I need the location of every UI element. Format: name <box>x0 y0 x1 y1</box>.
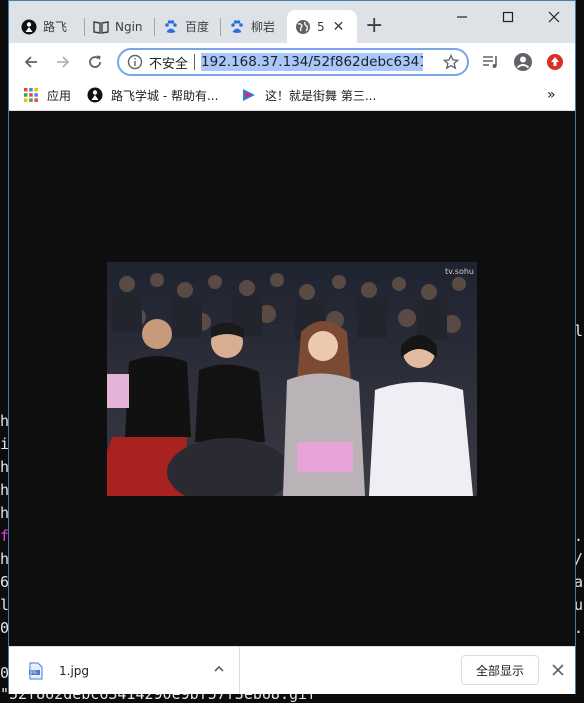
show-all-downloads-button[interactable]: 全部显示 <box>461 655 539 685</box>
bookmark-label: 这！就是街舞 第三... <box>265 88 377 103</box>
browser-window: 路飞 Ngin 百度 柳岩 5 ✕ + 不安全 192.168.37.134/5… <box>8 0 576 694</box>
account-circle-icon <box>514 53 532 71</box>
close-window-button[interactable] <box>531 7 577 27</box>
close-tab-icon[interactable]: ✕ <box>333 19 345 35</box>
arrow-left-icon <box>24 56 37 68</box>
address-bar[interactable]: 不安全 192.168.37.134/52f862debc63414 <box>117 48 469 76</box>
baidu-paw-icon <box>163 19 179 35</box>
new-tab-button[interactable]: + <box>365 13 383 39</box>
bookmark-label: 应用 <box>47 88 72 103</box>
media-control-button[interactable] <box>479 50 503 74</box>
tab-label: Ngin <box>115 19 143 34</box>
playlist-icon <box>483 56 497 68</box>
maximize-button[interactable] <box>485 7 531 27</box>
bookmark-street-dance[interactable]: 这！就是街舞 第三... <box>241 81 376 109</box>
watermark-text: tv.sohu <box>445 267 474 276</box>
minimize-icon <box>457 16 467 18</box>
reload-icon <box>89 55 101 68</box>
arrow-right-icon <box>57 56 70 68</box>
page-content: tv.sohu <box>9 112 575 646</box>
browser-toolbar: 不安全 192.168.37.134/52f862debc63414 <box>9 43 575 81</box>
baidu-paw-icon <box>229 19 245 35</box>
info-icon[interactable] <box>127 54 143 70</box>
svg-text:JPG: JPG <box>29 670 37 675</box>
person-icon <box>21 19 37 35</box>
bookmark-apps[interactable]: 应用 <box>23 81 71 109</box>
url-text[interactable]: 192.168.37.134/52f862debc63414 <box>201 53 424 71</box>
close-icon <box>552 664 564 676</box>
globe-icon <box>295 19 311 35</box>
youku-icon <box>241 87 257 103</box>
maximize-icon <box>502 11 514 23</box>
tab-label: 路飞 <box>43 20 68 34</box>
star-icon[interactable] <box>443 54 459 70</box>
image-file-icon: JPG <box>29 662 43 679</box>
bookmarks-bar: 应用 路飞学城 - 帮助有... 这！就是街舞 第三... » <box>9 81 575 111</box>
bookmark-label: 路飞学城 - 帮助有... <box>111 88 219 103</box>
download-filename: 1.jpg <box>59 663 90 678</box>
forward-button[interactable] <box>51 50 75 74</box>
tab-label: 柳岩 <box>251 20 276 34</box>
back-button[interactable] <box>19 50 43 74</box>
tab-baidu[interactable]: 百度 <box>155 10 221 43</box>
minimize-button[interactable] <box>439 7 485 27</box>
security-label: 不安全 <box>149 56 189 72</box>
chevron-up-icon[interactable] <box>213 663 225 675</box>
tab-label: 5 <box>317 19 325 34</box>
tab-label: 百度 <box>185 20 210 34</box>
divider <box>194 54 196 70</box>
bookmarks-overflow-button[interactable]: » <box>547 81 556 109</box>
update-arrow-icon <box>547 54 563 70</box>
download-item[interactable]: JPG 1.jpg <box>9 647 240 694</box>
bookmark-lufei[interactable]: 路飞学城 - 帮助有... <box>87 81 218 109</box>
extension-button[interactable] <box>543 50 567 74</box>
close-download-bar-button[interactable] <box>549 661 567 679</box>
close-icon <box>548 11 560 23</box>
tab-lufei[interactable]: 路飞 <box>13 10 85 43</box>
reload-button[interactable] <box>83 50 107 74</box>
tab-liuyan[interactable]: 柳岩 <box>221 10 287 43</box>
book-icon <box>93 19 109 35</box>
tab-nginx[interactable]: Ngin <box>85 10 155 43</box>
download-bar: JPG 1.jpg 全部显示 <box>9 646 575 694</box>
person-icon <box>87 87 103 103</box>
displayed-image: tv.sohu <box>107 262 477 496</box>
tab-strip: 路飞 Ngin 百度 柳岩 5 ✕ + <box>9 1 575 43</box>
apps-grid-icon <box>23 87 39 103</box>
tab-current[interactable]: 5 ✕ <box>287 10 357 43</box>
profile-button[interactable] <box>511 50 535 74</box>
